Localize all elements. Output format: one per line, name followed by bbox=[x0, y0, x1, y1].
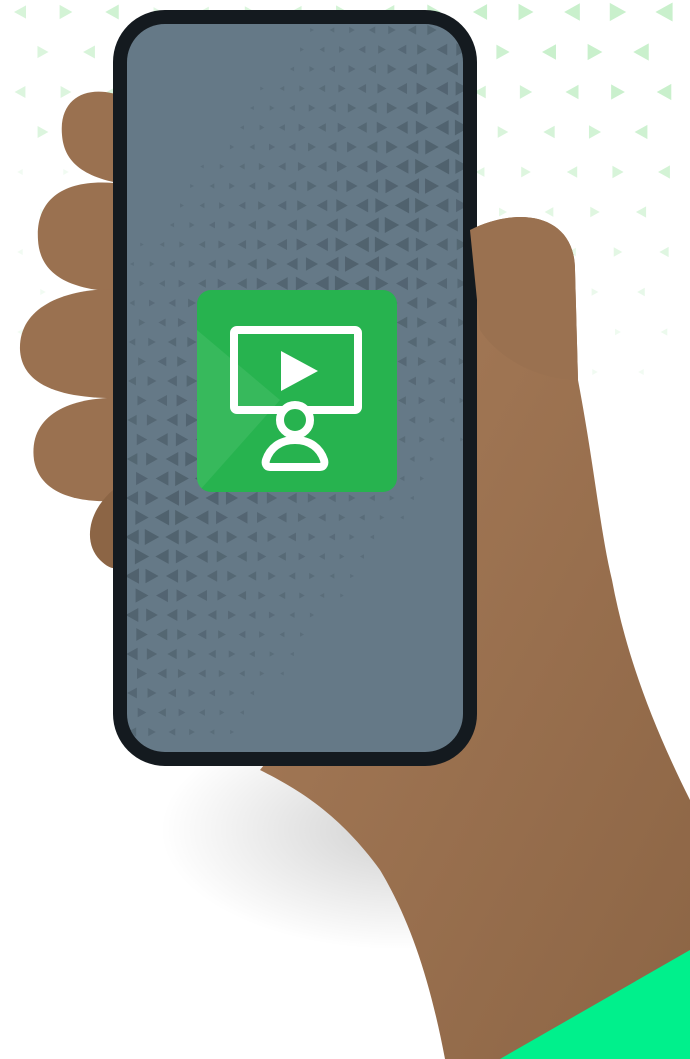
phone-in-hand-illustration bbox=[0, 0, 690, 1059]
app-icon[interactable] bbox=[197, 290, 397, 492]
hero-illustration bbox=[0, 0, 690, 1059]
